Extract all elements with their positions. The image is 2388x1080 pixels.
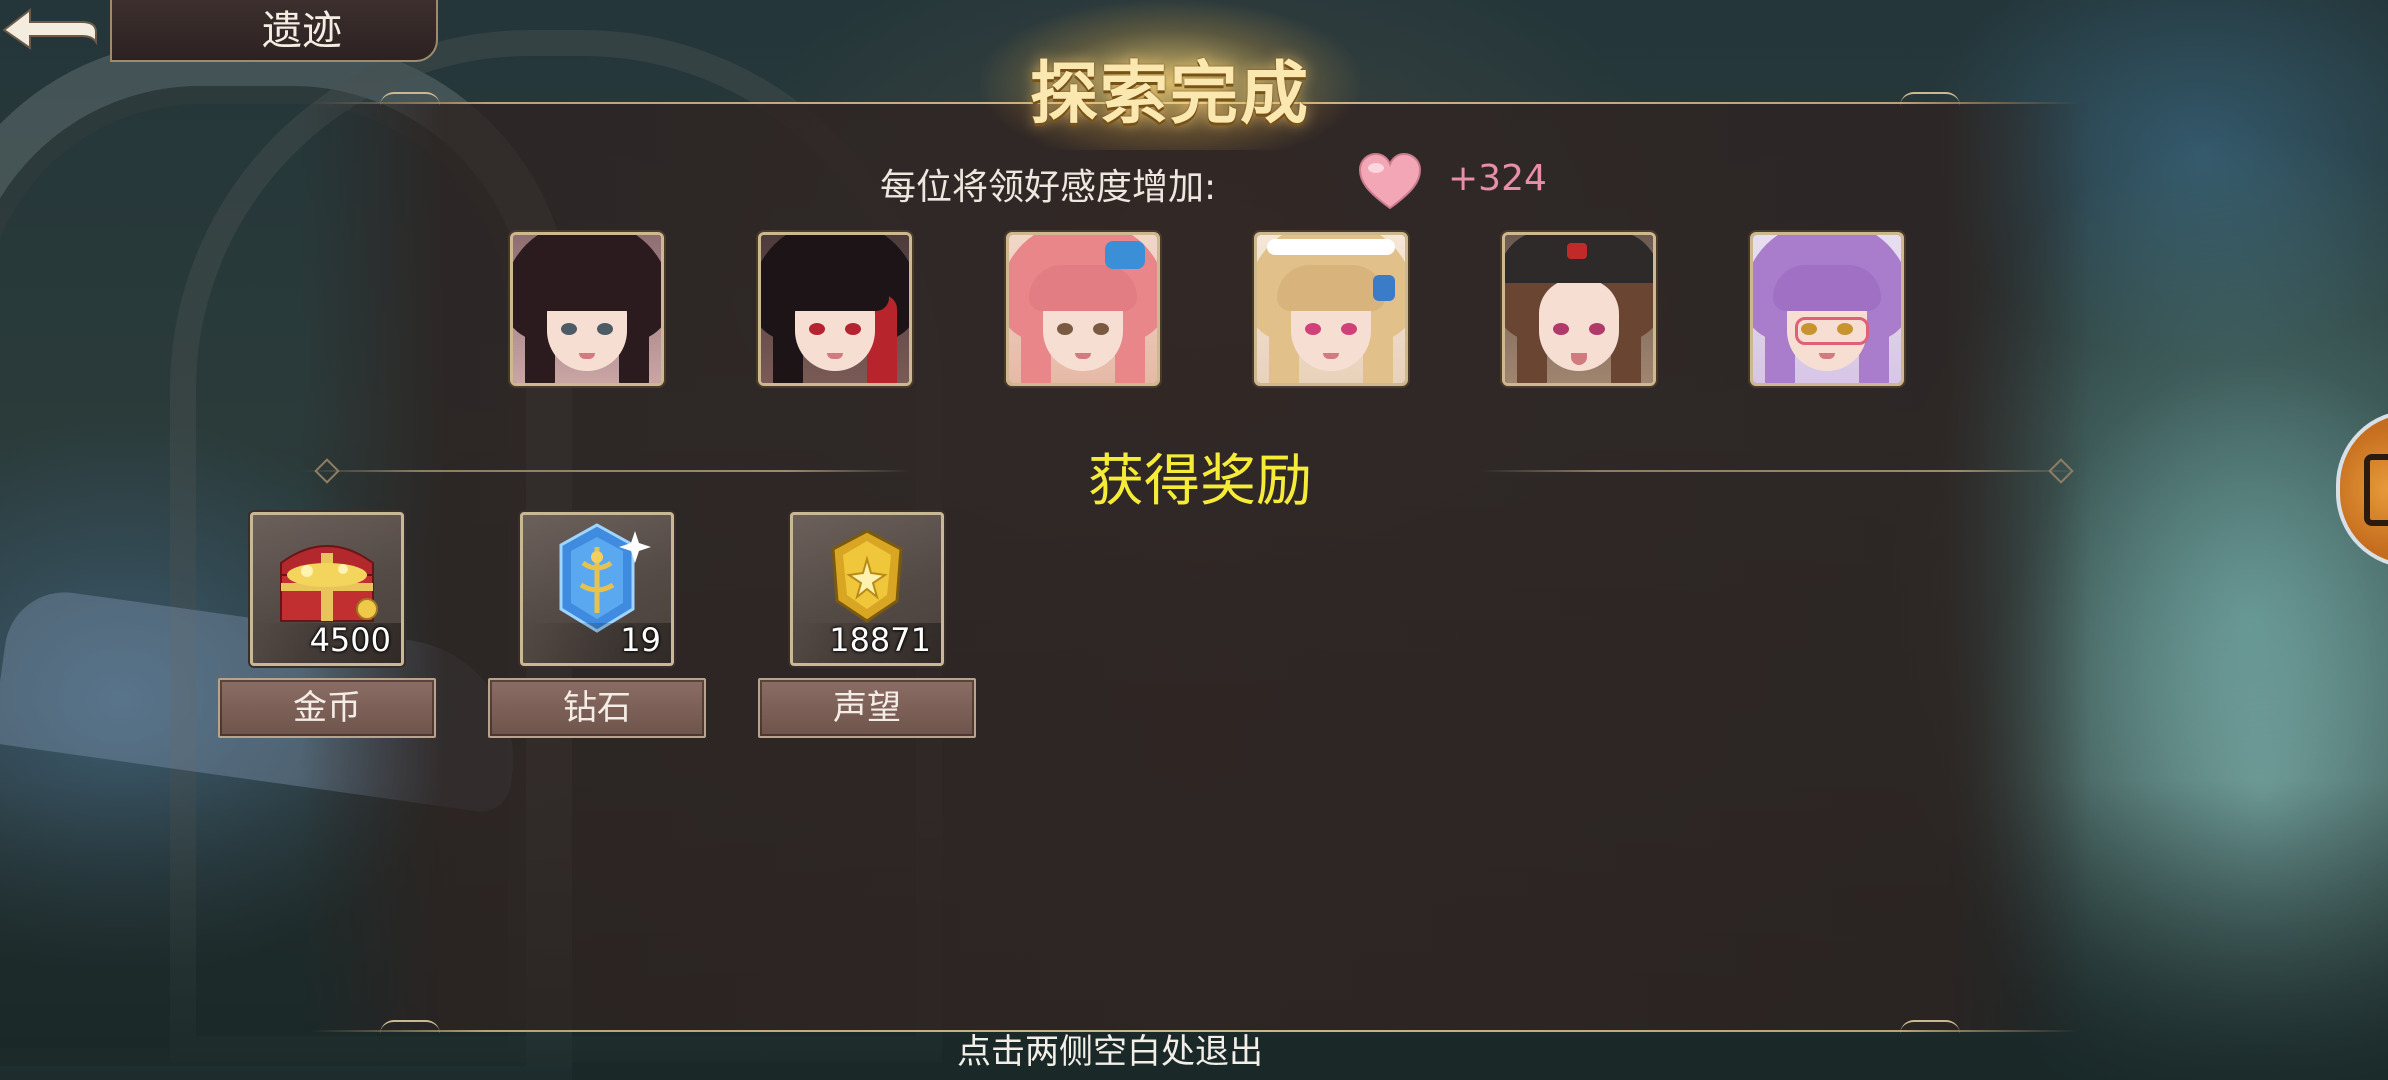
reward-count: 18871 (829, 621, 931, 659)
eye (597, 323, 613, 335)
hair (1773, 265, 1881, 311)
hair-ribbon (1373, 275, 1395, 301)
diamond-crystal-icon (559, 523, 651, 633)
heart-icon (1358, 152, 1422, 210)
divider-left (300, 470, 910, 472)
favor-label: 每位将领好感度增加: (880, 167, 1217, 208)
eye (1305, 323, 1321, 335)
hero-portrait-4[interactable] (1254, 232, 1408, 386)
border-ornament (1900, 92, 1960, 106)
reward-item-prestige[interactable]: 18871 (790, 512, 944, 666)
divider-right (1480, 470, 2080, 472)
hair (781, 265, 889, 311)
eye (1341, 323, 1357, 335)
eye (1837, 323, 1853, 335)
prestige-medal-icon (831, 529, 903, 623)
eye (1057, 323, 1073, 335)
eye (809, 323, 825, 335)
border-ornament (1900, 1020, 1960, 1034)
eye (1801, 323, 1817, 335)
reward-item-diamond[interactable]: 19 (520, 512, 674, 666)
hero-portrait-5[interactable] (1502, 232, 1656, 386)
eye (1093, 323, 1109, 335)
eye (1553, 323, 1569, 335)
hero-portrait-2[interactable] (758, 232, 912, 386)
eye (845, 323, 861, 335)
reward-label-diamond: 钻石 (488, 678, 706, 738)
border-ornament (380, 1020, 440, 1034)
reward-count: 4500 (309, 621, 391, 659)
page-title: 探索完成 (1029, 55, 1310, 134)
rewards-title: 获得奖励 (1088, 449, 1312, 514)
back-button[interactable] (0, 0, 110, 58)
exit-hint: 点击两侧空白处退出 (957, 1032, 1263, 1072)
border-ornament (380, 92, 440, 106)
treasure-chest-icon (280, 545, 378, 622)
hair-ribbon (1105, 241, 1145, 269)
favor-value: +324 (1448, 158, 1547, 199)
location-name: 遗迹 (262, 8, 342, 54)
eye (1589, 323, 1605, 335)
hero-portrait-1[interactable] (510, 232, 664, 386)
reward-label-gold: 金币 (218, 678, 436, 738)
hair (1277, 265, 1385, 311)
hero-portrait-6[interactable] (1750, 232, 1904, 386)
hair (1029, 265, 1137, 311)
headband (1267, 239, 1395, 255)
back-arrow-icon (2, 7, 97, 50)
hat-badge (1567, 243, 1587, 259)
hero-portrait-3[interactable] (1006, 232, 1160, 386)
reward-label-prestige: 声望 (758, 678, 976, 738)
reward-count: 19 (620, 621, 661, 659)
eye (561, 323, 577, 335)
reward-item-gold[interactable]: 4500 (250, 512, 404, 666)
hair (533, 265, 641, 311)
side-menu-icon (2364, 454, 2388, 526)
